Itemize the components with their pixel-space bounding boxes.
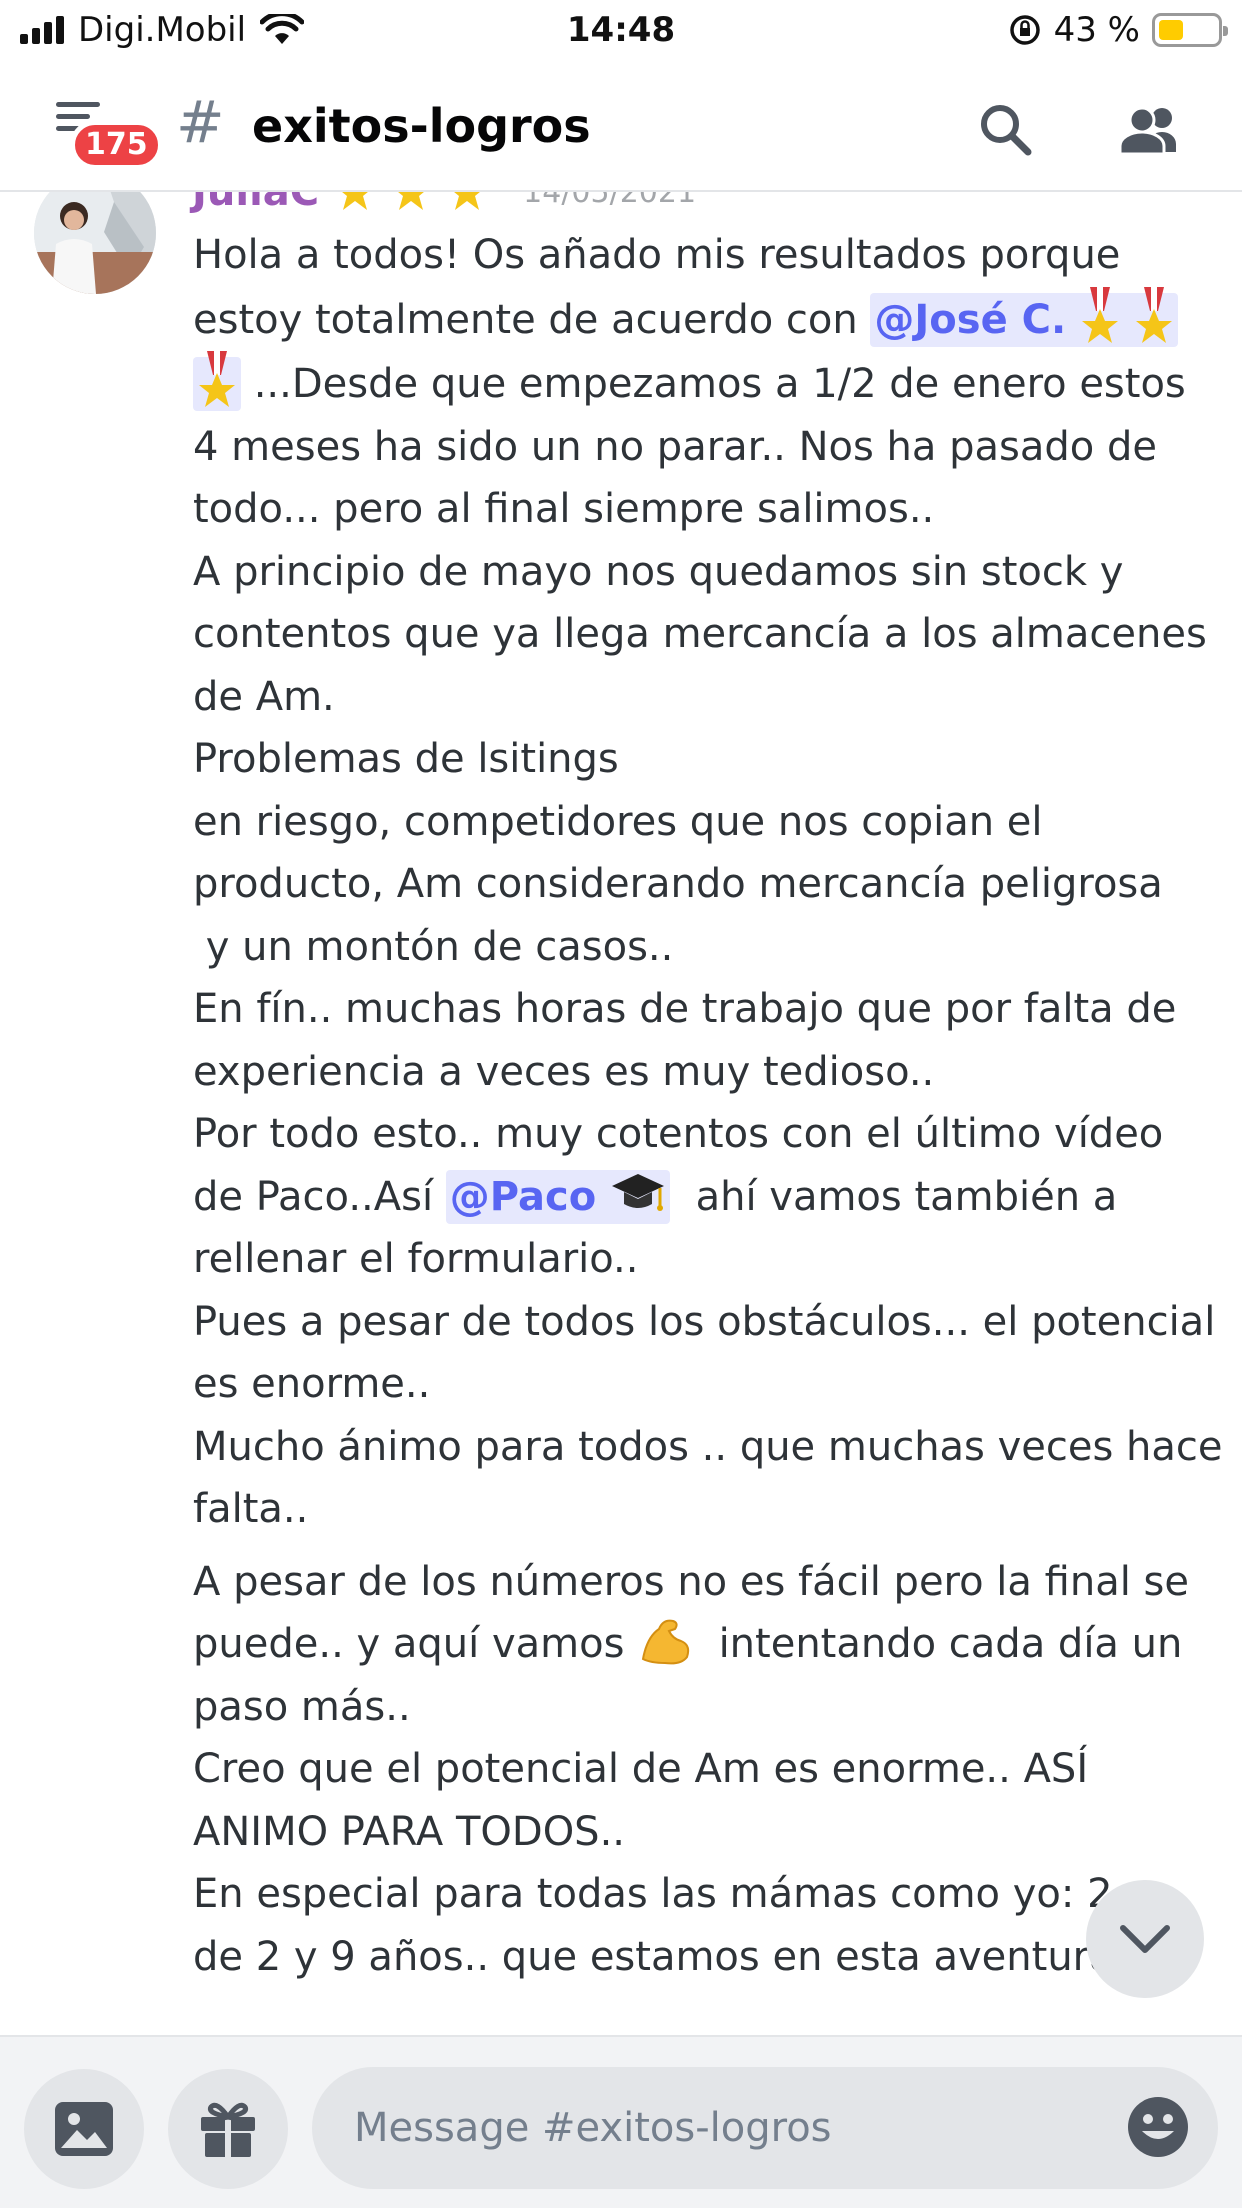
message-line: Pues a pesar de todos los obstáculos... …: [193, 1298, 1216, 1345]
flexed-biceps-icon: [642, 1619, 690, 1665]
author-name[interactable]: JuliaC: [192, 192, 319, 215]
rotation-lock-icon: [1009, 15, 1040, 45]
message-line: paso más..: [193, 1683, 411, 1730]
message-line: Problemas de lsitings: [193, 736, 619, 782]
battery-level: [1159, 20, 1184, 40]
mention-paco[interactable]: @Paco: [445, 1169, 671, 1224]
message-input[interactable]: [354, 2067, 1094, 2189]
message-line: producto, Am considerando mercancía peli…: [193, 861, 1163, 907]
message-line: de Am.: [193, 673, 335, 720]
message-line: contentos que ya llega mercancía a los a…: [193, 611, 1207, 657]
message-line: 4 meses ha sido un no parar.. Nos ha pas…: [193, 423, 1157, 470]
attach-image-button[interactable]: [24, 2069, 144, 2189]
medal-icon: [199, 351, 235, 407]
message-text: intentando cada día un: [693, 1621, 1183, 1667]
user-photo: [34, 192, 156, 294]
gift-button[interactable]: [168, 2069, 288, 2189]
scroll-to-bottom-button[interactable]: [1086, 1880, 1204, 1998]
message-text: ahí vamos también a: [670, 1173, 1118, 1220]
message-timestamp: 14/05/2021: [523, 192, 697, 210]
unread-badge: 175: [70, 120, 163, 170]
message-line: Hola a todos! Os añado mis resultados po…: [193, 232, 1121, 278]
mention-label: @Paco: [449, 1173, 597, 1220]
message-line: ANIMO PARA TODOS..: [193, 1808, 625, 1855]
emoji-icon[interactable]: [1126, 2095, 1190, 2159]
message-list[interactable]: JuliaC 14/05/2021 Hola a todos! Os añado…: [0, 192, 1242, 2035]
message-line: en riesgo, competidores que nos copian e…: [193, 798, 1043, 845]
graduation-cap-icon: [612, 1173, 665, 1211]
star-icon: [454, 192, 481, 210]
message-line: de Paco..Así @Paco ahí vamos también a: [193, 1166, 1213, 1229]
mention-jose-continued[interactable]: [193, 351, 241, 411]
status-bar: Digi.Mobil 14:48 43 %: [0, 0, 1242, 62]
search-icon[interactable]: [976, 100, 1036, 160]
message-line: Creo que el potencial de Am es enorme.. …: [193, 1746, 1089, 1792]
message-line: ...Desde que empezamos a 1/2 de enero es…: [193, 351, 1213, 416]
image-icon: [55, 2102, 113, 2156]
battery-percent: 43 %: [1053, 10, 1140, 50]
members-icon[interactable]: [1116, 100, 1186, 160]
medal-icon: [1082, 286, 1119, 343]
message-line: experiencia a veces es muy tedioso..: [193, 1048, 935, 1095]
message-line: y un montón de casos..: [193, 923, 674, 970]
message-line: Mucho ánimo para todos .. que muchas vec…: [193, 1423, 1223, 1470]
message-line: puede.. y aquí vamos intentando cada día…: [193, 1613, 1213, 1676]
channel-header: 175 # exitos-logros: [0, 62, 1242, 192]
message-line: Por todo esto.. muy cotentos con el últi…: [193, 1111, 1164, 1157]
message-line: es enorme..: [193, 1361, 431, 1407]
battery-icon: [1152, 13, 1228, 47]
message-line: falta..: [193, 1486, 309, 1532]
message-text: de Paco..Así: [193, 1173, 446, 1220]
medal-icon: [1136, 286, 1173, 343]
message-line: A principio de mayo nos quedamos sin sto…: [193, 548, 1124, 595]
message-line: En especial para todas las mámas como yo…: [193, 1871, 1113, 1917]
message-input-container: [312, 2067, 1218, 2189]
chevron-down-icon: [1120, 1925, 1170, 1953]
message-text: puede.. y aquí vamos: [193, 1621, 638, 1667]
message-line: rellenar el formulario..: [193, 1236, 639, 1282]
avatar[interactable]: [34, 192, 156, 294]
message-line: estoy totalmente de acuerdo con @José C.: [193, 286, 1213, 352]
menu-button[interactable]: 175: [48, 102, 163, 182]
message-text: ...Desde que empezamos a 1/2 de enero es…: [241, 361, 1186, 407]
message-header: JuliaC 14/05/2021: [192, 192, 697, 215]
channel-title[interactable]: exitos-logros: [252, 98, 591, 154]
mention-label: @José C.: [874, 296, 1067, 343]
message-line: de 2 y 9 años.. que estamos en esta aven…: [193, 1933, 1114, 1980]
message-line: todo... pero al final siempre salimos..: [193, 486, 935, 532]
message-line: A pesar de los números no es fácil pero …: [193, 1558, 1189, 1605]
message-text: estoy totalmente de acuerdo con: [193, 296, 871, 343]
mention-jose[interactable]: @José C.: [870, 286, 1179, 347]
message-composer: [0, 2035, 1242, 2208]
gift-icon: [201, 2102, 255, 2157]
status-right: 43 %: [1008, 10, 1228, 50]
star-icon: [398, 192, 425, 210]
message-line: En fín.. muchas horas de trabajo que por…: [193, 986, 1177, 1032]
message-content: Hola a todos! Os añado mis resultados po…: [193, 224, 1223, 1988]
channel-hash-icon: #: [176, 88, 225, 156]
star-icon: [342, 192, 369, 210]
